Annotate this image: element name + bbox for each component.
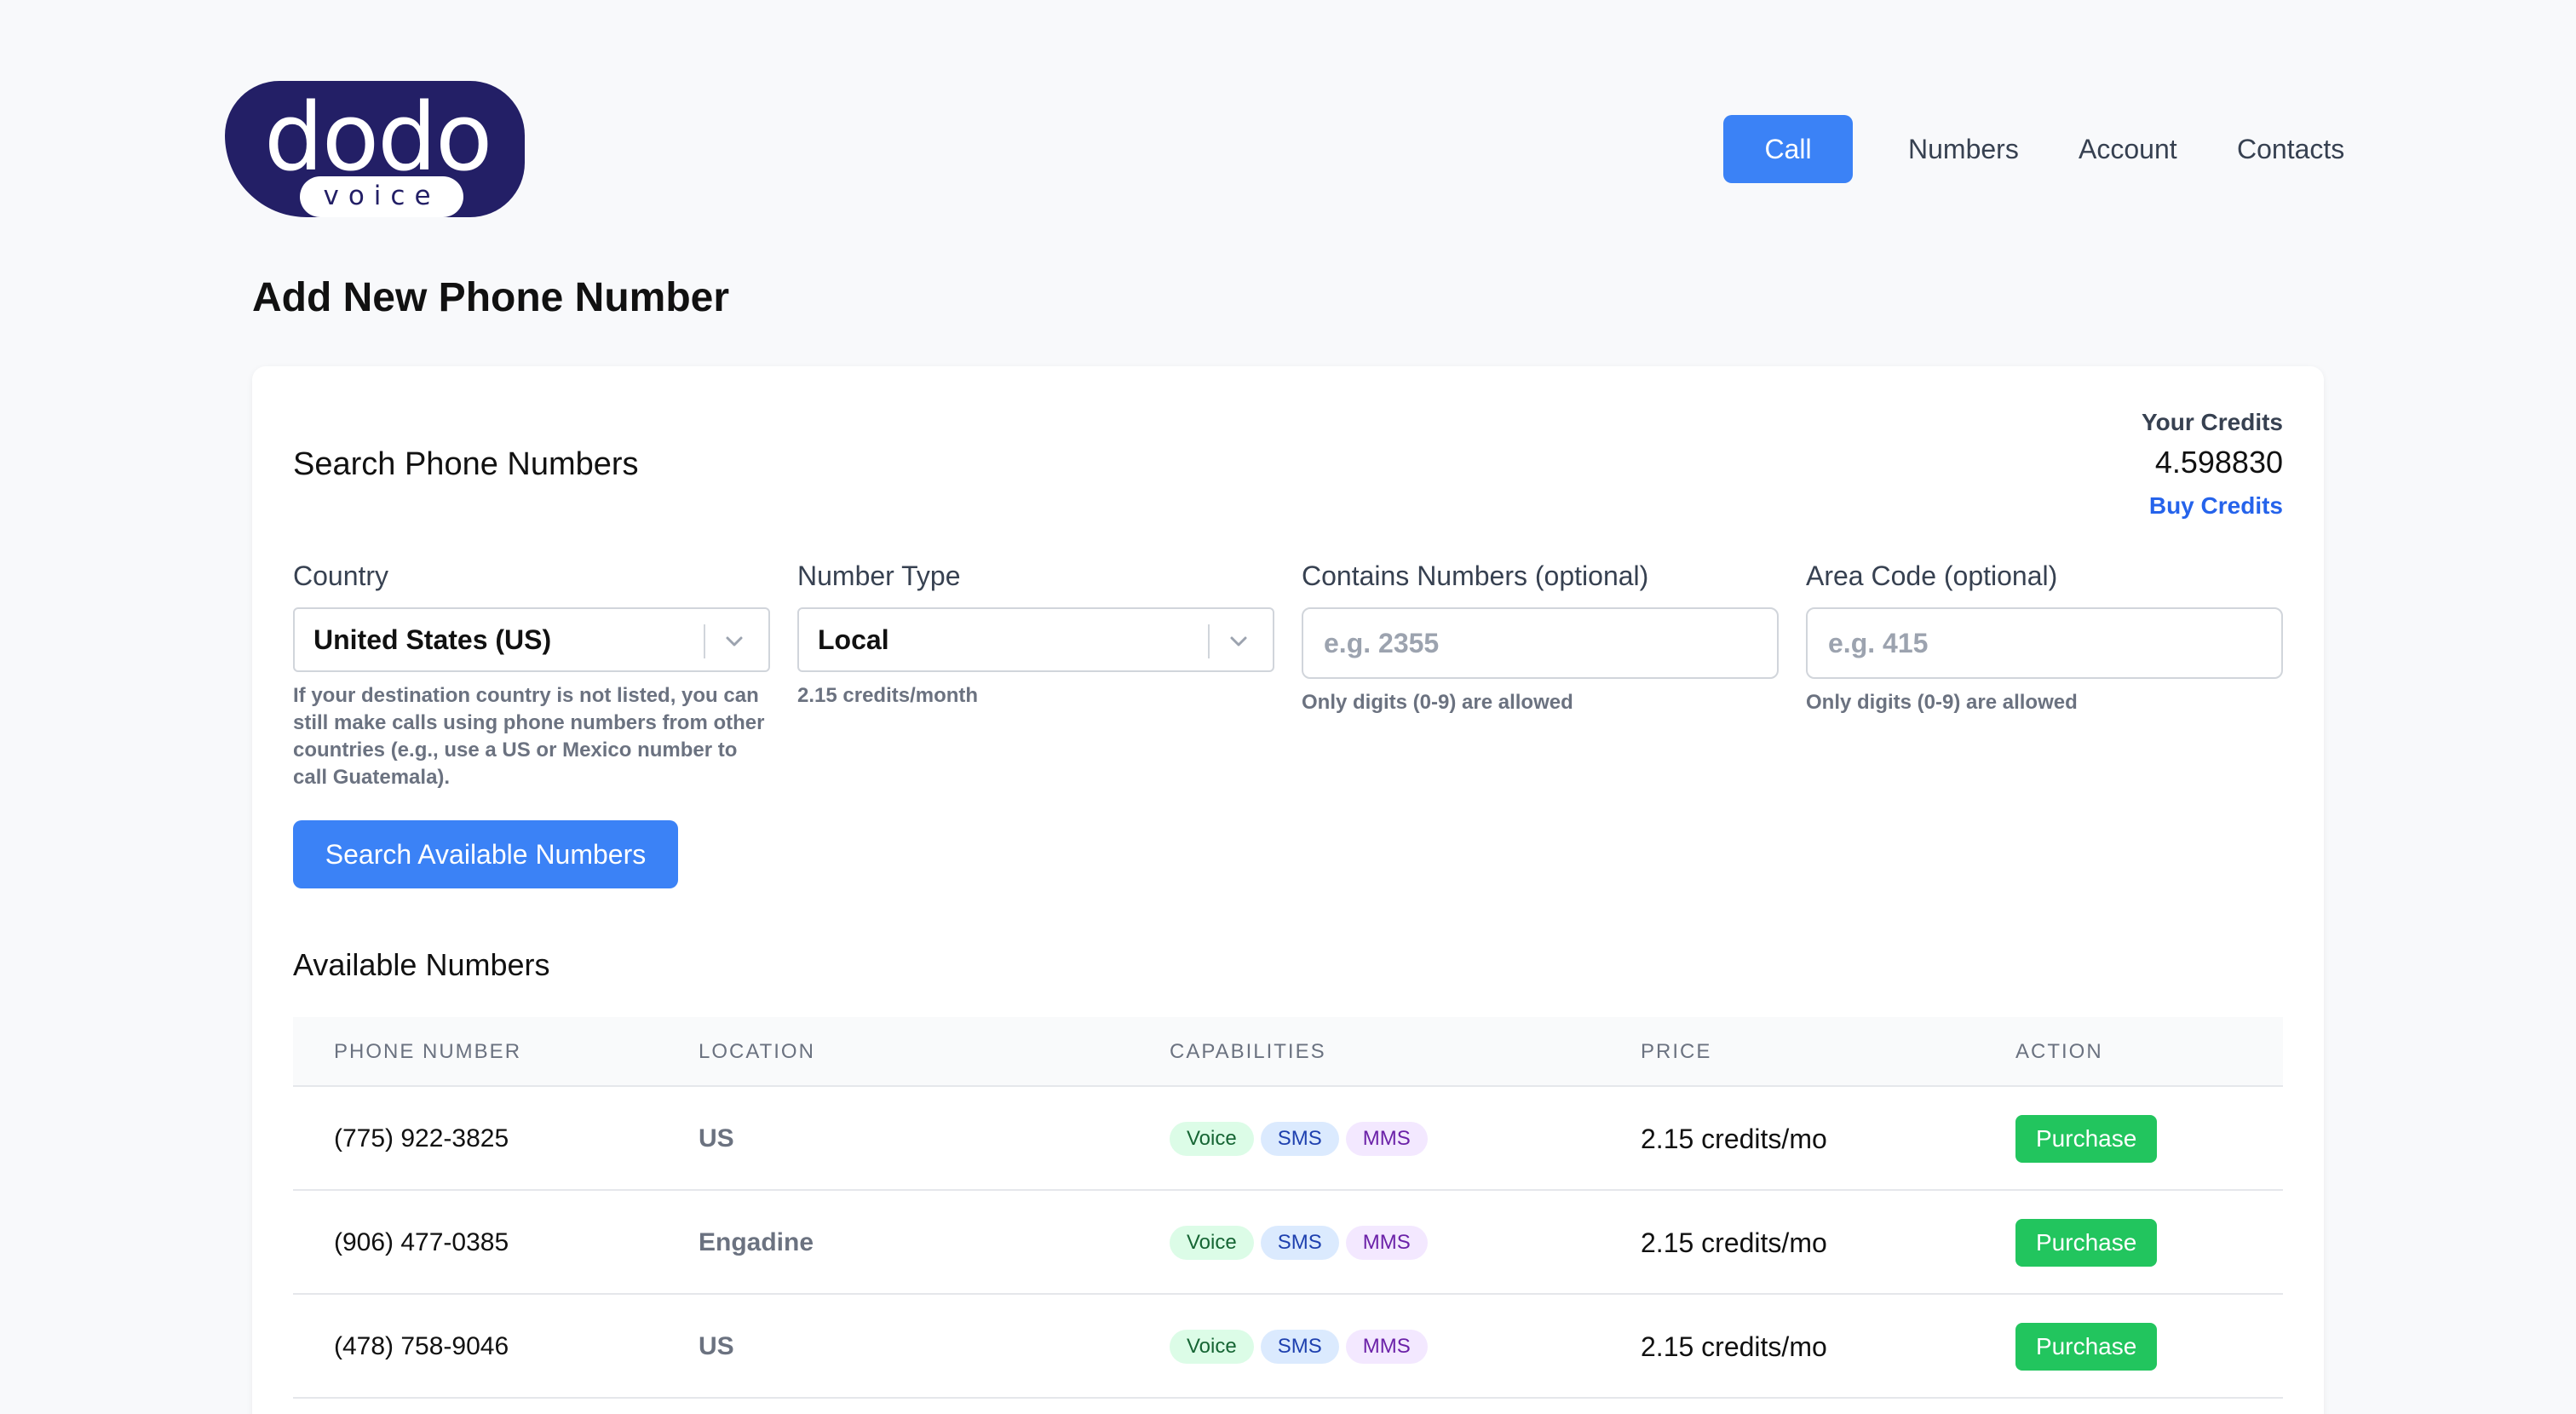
area-code-input[interactable] [1806,607,2283,679]
action-cell: Purchase [2015,1295,2158,1399]
purchase-button[interactable]: Purchase [2015,1323,2158,1371]
mms-badge: MMS [1345,1330,1428,1364]
location: US [699,1332,734,1360]
phone-number: (775) 922-3825 [334,1124,509,1152]
available-numbers-table: PHONE NUMBER LOCATION CAPABILITIES PRICE… [293,1017,2283,1399]
mms-badge: MMS [1345,1226,1428,1260]
country-selected-value: United States (US) [313,624,552,655]
credits-label: Your Credits [2142,409,2283,435]
country-select[interactable]: United States (US) [293,607,770,672]
column-action: ACTION [2015,1040,2103,1063]
contains-hint: Only digits (0-9) are allowed [1302,691,1573,714]
table-row: (906) 477-0385 Engadine Voice SMS MMS 2.… [293,1191,2283,1295]
area-code-hint: Only digits (0-9) are allowed [1806,691,2078,714]
nav-contacts-link[interactable]: Contacts [2237,115,2344,183]
area-code-label: Area Code (optional) [1806,560,2058,591]
search-section-title: Search Phone Numbers [293,446,639,482]
purchase-button[interactable]: Purchase [2015,1115,2158,1163]
action-cell: Purchase [2015,1191,2158,1295]
credits-panel: Your Credits 4.598830 Buy Credits [2142,409,2283,520]
logo-subtext: voice [300,176,463,217]
country-label: Country [293,560,389,591]
nav-account-link[interactable]: Account [2079,115,2177,183]
mms-badge: MMS [1345,1122,1428,1156]
purchase-button[interactable]: Purchase [2015,1219,2158,1267]
sms-badge: SMS [1260,1330,1339,1364]
credits-value: 4.598830 [2154,445,2283,480]
table-header: PHONE NUMBER LOCATION CAPABILITIES PRICE… [293,1017,2283,1087]
number-type-select[interactable]: Local [797,607,1274,672]
voice-badge: Voice [1170,1122,1254,1156]
area-code-field: Area Code (optional) Only digits (0-9) a… [1806,560,2283,716]
contains-input[interactable] [1302,607,1779,679]
available-numbers-title: Available Numbers [293,947,550,982]
capabilities: Voice SMS MMS [1170,1191,1435,1295]
sms-badge: SMS [1260,1226,1339,1260]
dodo-voice-logo[interactable]: dodo voice [225,81,525,217]
phone-number: (478) 758-9046 [334,1332,509,1360]
price: 2.15 credits/mo [1641,1123,1827,1154]
price: 2.15 credits/mo [1641,1331,1827,1362]
number-type-hint: 2.15 credits/month [797,684,979,707]
buy-credits-link[interactable]: Buy Credits [2142,492,2283,520]
column-price: PRICE [1641,1040,1712,1063]
table-row: (775) 922-3825 US Voice SMS MMS 2.15 cre… [293,1087,2283,1191]
contains-label: Contains Numbers (optional) [1302,560,1649,591]
number-type-label: Number Type [797,560,961,591]
column-phone: PHONE NUMBER [334,1040,522,1063]
logo-text: dodo [264,83,492,192]
capabilities: Voice SMS MMS [1170,1087,1435,1191]
phone-number: (906) 477-0385 [334,1228,509,1256]
search-available-numbers-button[interactable]: Search Available Numbers [293,820,678,888]
page-title: Add New Phone Number [252,275,730,320]
number-type-field: Number Type Local 2.15 credits/month [797,560,1274,710]
column-location: LOCATION [699,1040,815,1063]
select-divider [1208,624,1210,658]
capabilities: Voice SMS MMS [1170,1295,1435,1399]
sms-badge: SMS [1260,1122,1339,1156]
country-field: Country United States (US) If your desti… [293,560,770,791]
action-cell: Purchase [2015,1087,2158,1191]
location: US [699,1124,734,1152]
contains-field: Contains Numbers (optional) Only digits … [1302,560,1779,716]
number-type-selected-value: Local [818,624,889,655]
voice-badge: Voice [1170,1226,1254,1260]
nav-numbers-link[interactable]: Numbers [1908,115,2019,183]
table-row: (478) 758-9046 US Voice SMS MMS 2.15 cre… [293,1295,2283,1399]
nav-call-button[interactable]: Call [1723,115,1853,183]
column-capabilities: CAPABILITIES [1170,1040,1326,1063]
price: 2.15 credits/mo [1641,1227,1827,1258]
select-divider [704,624,705,658]
voice-badge: Voice [1170,1330,1254,1364]
country-hint: If your destination country is not liste… [293,684,765,789]
chevron-down-icon[interactable] [717,624,751,658]
location: Engadine [699,1228,814,1256]
chevron-down-icon[interactable] [1222,624,1256,658]
search-card: Search Phone Numbers Your Credits 4.5988… [252,366,2324,1414]
